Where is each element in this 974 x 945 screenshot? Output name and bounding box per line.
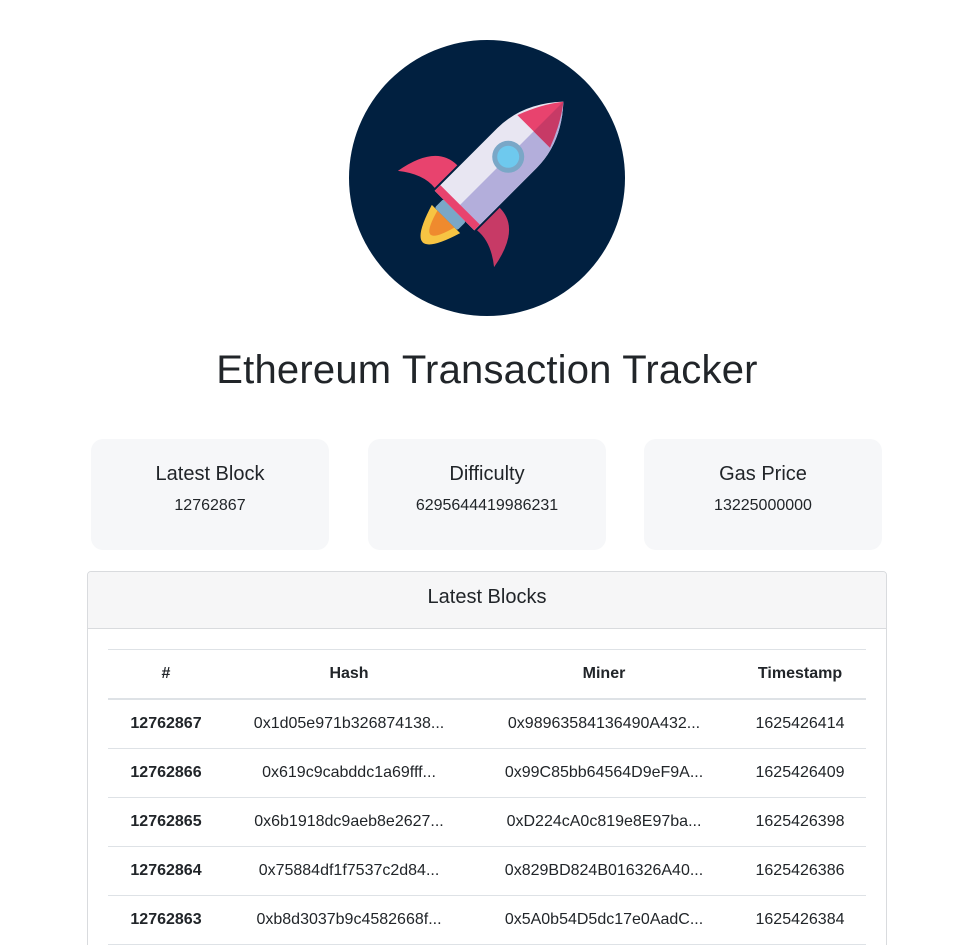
column-header-hash: Hash	[224, 649, 474, 700]
table-row[interactable]: 12762863 0xb8d3037b9c4582668f... 0x5A0b5…	[108, 895, 866, 945]
page: Ethereum Transaction Tracker Latest Bloc…	[0, 0, 974, 945]
latest-blocks-table: # Hash Miner Timestamp 12762867 0x1d05e9…	[108, 649, 866, 945]
block-hash: 0x75884df1f7537c2d84...	[224, 846, 474, 896]
block-miner: 0x99C85bb64564D9eF9A...	[474, 748, 734, 798]
rocket-logo	[349, 40, 625, 316]
block-miner: 0x5A0b54D5dc17e0AadC...	[474, 895, 734, 945]
block-timestamp: 1625426384	[734, 895, 866, 945]
table-row[interactable]: 12762867 0x1d05e971b326874138... 0x98963…	[108, 699, 866, 749]
block-number: 12762864	[108, 846, 224, 896]
block-timestamp: 1625426386	[734, 846, 866, 896]
block-hash: 0xb8d3037b9c4582668f...	[224, 895, 474, 945]
latest-block-label: Latest Block	[155, 463, 265, 485]
gas-price-value: 13225000000	[714, 497, 812, 514]
block-hash: 0x1d05e971b326874138...	[224, 699, 474, 749]
table-row[interactable]: 12762866 0x619c9cabddc1a69fff... 0x99C85…	[108, 748, 866, 798]
latest-blocks-panel: Latest Blocks # Hash Miner Timestamp 127…	[87, 571, 887, 945]
block-hash: 0x619c9cabddc1a69fff...	[224, 748, 474, 798]
block-timestamp: 1625426409	[734, 748, 866, 798]
column-header-number: #	[108, 649, 224, 700]
difficulty-card: Difficulty 6295644419986231	[368, 439, 606, 550]
column-header-miner: Miner	[474, 649, 734, 700]
block-number: 12762867	[108, 699, 224, 749]
block-timestamp: 1625426398	[734, 797, 866, 847]
block-number: 12762866	[108, 748, 224, 798]
block-miner: 0x829BD824B016326A40...	[474, 846, 734, 896]
difficulty-value: 6295644419986231	[415, 497, 559, 514]
page-title: Ethereum Transaction Tracker	[216, 348, 758, 392]
difficulty-label: Difficulty	[449, 463, 525, 485]
block-miner: 0xD224cA0c819e8E97ba...	[474, 797, 734, 847]
table-row[interactable]: 12762864 0x75884df1f7537c2d84... 0x829BD…	[108, 846, 866, 896]
column-header-timestamp: Timestamp	[734, 649, 866, 700]
gas-price-card: Gas Price 13225000000	[644, 439, 882, 550]
latest-block-value: 12762867	[174, 497, 246, 514]
gas-price-label: Gas Price	[719, 463, 807, 485]
latest-block-card: Latest Block 12762867	[91, 439, 329, 550]
table-header-row: # Hash Miner Timestamp	[108, 649, 866, 700]
block-miner: 0x98963584136490A432...	[474, 699, 734, 749]
latest-blocks-title: Latest Blocks	[88, 572, 886, 629]
block-number: 12762865	[108, 797, 224, 847]
block-timestamp: 1625426414	[734, 699, 866, 749]
table-row[interactable]: 12762865 0x6b1918dc9aeb8e2627... 0xD224c…	[108, 797, 866, 847]
block-number: 12762863	[108, 895, 224, 945]
rocket-icon	[349, 40, 625, 316]
block-hash: 0x6b1918dc9aeb8e2627...	[224, 797, 474, 847]
